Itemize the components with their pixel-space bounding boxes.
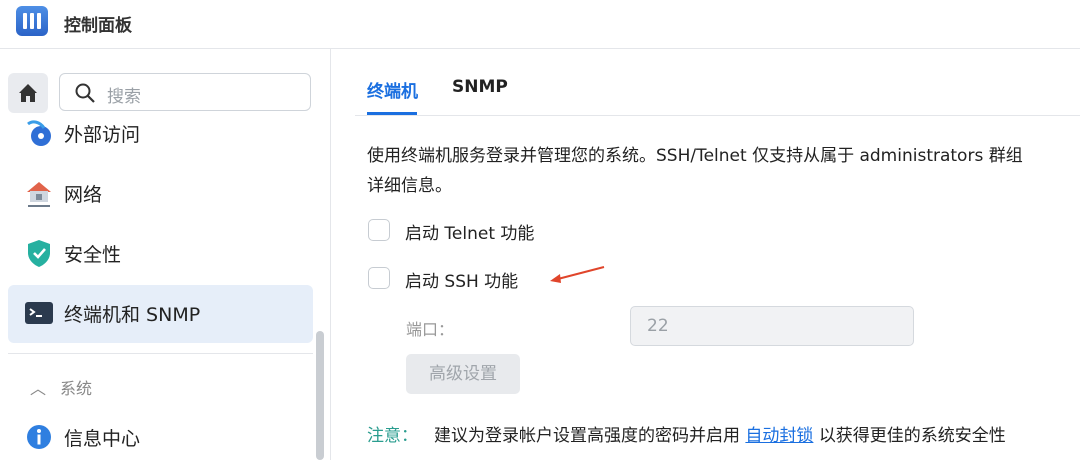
description: 使用终端机服务登录并管理您的系统。SSH/Telnet 仅支持从属于 admin… bbox=[367, 141, 1080, 201]
sidebar-item-info-center[interactable]: 信息中心 bbox=[8, 409, 313, 467]
annotation-arrow bbox=[550, 266, 605, 283]
main-panel: 终端机 SNMP 使用终端机服务登录并管理您的系统。SSH/Telnet 仅支持… bbox=[331, 49, 1080, 460]
note-label: 注意： bbox=[367, 426, 418, 446]
shield-icon bbox=[28, 240, 50, 267]
network-icon bbox=[27, 182, 51, 207]
section-label: 系统 bbox=[60, 379, 93, 398]
sidebar-scrollbar[interactable] bbox=[316, 331, 324, 460]
app-title: 控制面板 bbox=[64, 16, 132, 36]
tab-bar: 终端机 SNMP bbox=[355, 49, 1080, 116]
note-text: 建议为登录帐户设置高强度的密码并启用 bbox=[434, 426, 740, 446]
control-panel-icon bbox=[16, 6, 48, 36]
chevron-up-icon: ︿ bbox=[30, 379, 47, 398]
note: 注意： 建议为登录帐户设置高强度的密码并启用 自动封锁 以获得更佳的系统安全性 bbox=[367, 421, 1006, 446]
active-tab-indicator bbox=[367, 112, 417, 115]
sidebar-item-label: 安全性 bbox=[64, 244, 122, 266]
ssh-label: 启动 SSH 功能 bbox=[405, 272, 519, 292]
sidebar-item-security[interactable]: 安全性 bbox=[8, 225, 313, 283]
description-line: 详细信息。 bbox=[367, 176, 452, 196]
search-placeholder: 搜索 bbox=[107, 87, 141, 107]
port-label: 端口： bbox=[406, 320, 455, 339]
sidebar-item-external-access[interactable]: 外部访问 bbox=[8, 105, 313, 163]
external-access-icon bbox=[27, 120, 51, 146]
auto-block-link[interactable]: 自动封锁 bbox=[745, 426, 813, 446]
telnet-checkbox[interactable] bbox=[368, 219, 390, 241]
sidebar-item-network[interactable]: 网络 bbox=[8, 165, 313, 223]
sidebar-item-label: 信息中心 bbox=[64, 428, 141, 450]
info-icon bbox=[27, 425, 51, 449]
sidebar-item-label: 网络 bbox=[64, 184, 103, 206]
advanced-settings-button[interactable]: 高级设置 bbox=[406, 354, 520, 394]
telnet-label: 启动 Telnet 功能 bbox=[405, 224, 535, 244]
tab-snmp[interactable]: SNMP bbox=[452, 77, 508, 97]
note-text-after: 以获得更佳的系统安全性 bbox=[818, 426, 1006, 446]
terminal-icon bbox=[25, 302, 53, 324]
sidebar-item-label: 终端机和 SNMP bbox=[64, 304, 201, 326]
sidebar-divider bbox=[8, 353, 313, 354]
port-input[interactable]: 22 bbox=[630, 306, 914, 346]
sidebar-section-system[interactable]: ︿ 系统 bbox=[30, 375, 92, 399]
sidebar-item-label: 外部访问 bbox=[64, 124, 141, 146]
sidebar: 搜索 外部访问 网络 安全性 终端机和 SNMP ︿ 系统 信息中心 bbox=[0, 49, 331, 460]
search-icon bbox=[75, 83, 95, 103]
title-bar: 控制面板 bbox=[0, 0, 1080, 49]
ssh-checkbox[interactable] bbox=[368, 267, 390, 289]
tab-terminal[interactable]: 终端机 bbox=[367, 77, 418, 102]
description-line: 使用终端机服务登录并管理您的系统。SSH/Telnet 仅支持从属于 admin… bbox=[367, 146, 1023, 166]
sidebar-item-terminal-snmp[interactable]: 终端机和 SNMP bbox=[8, 285, 313, 343]
